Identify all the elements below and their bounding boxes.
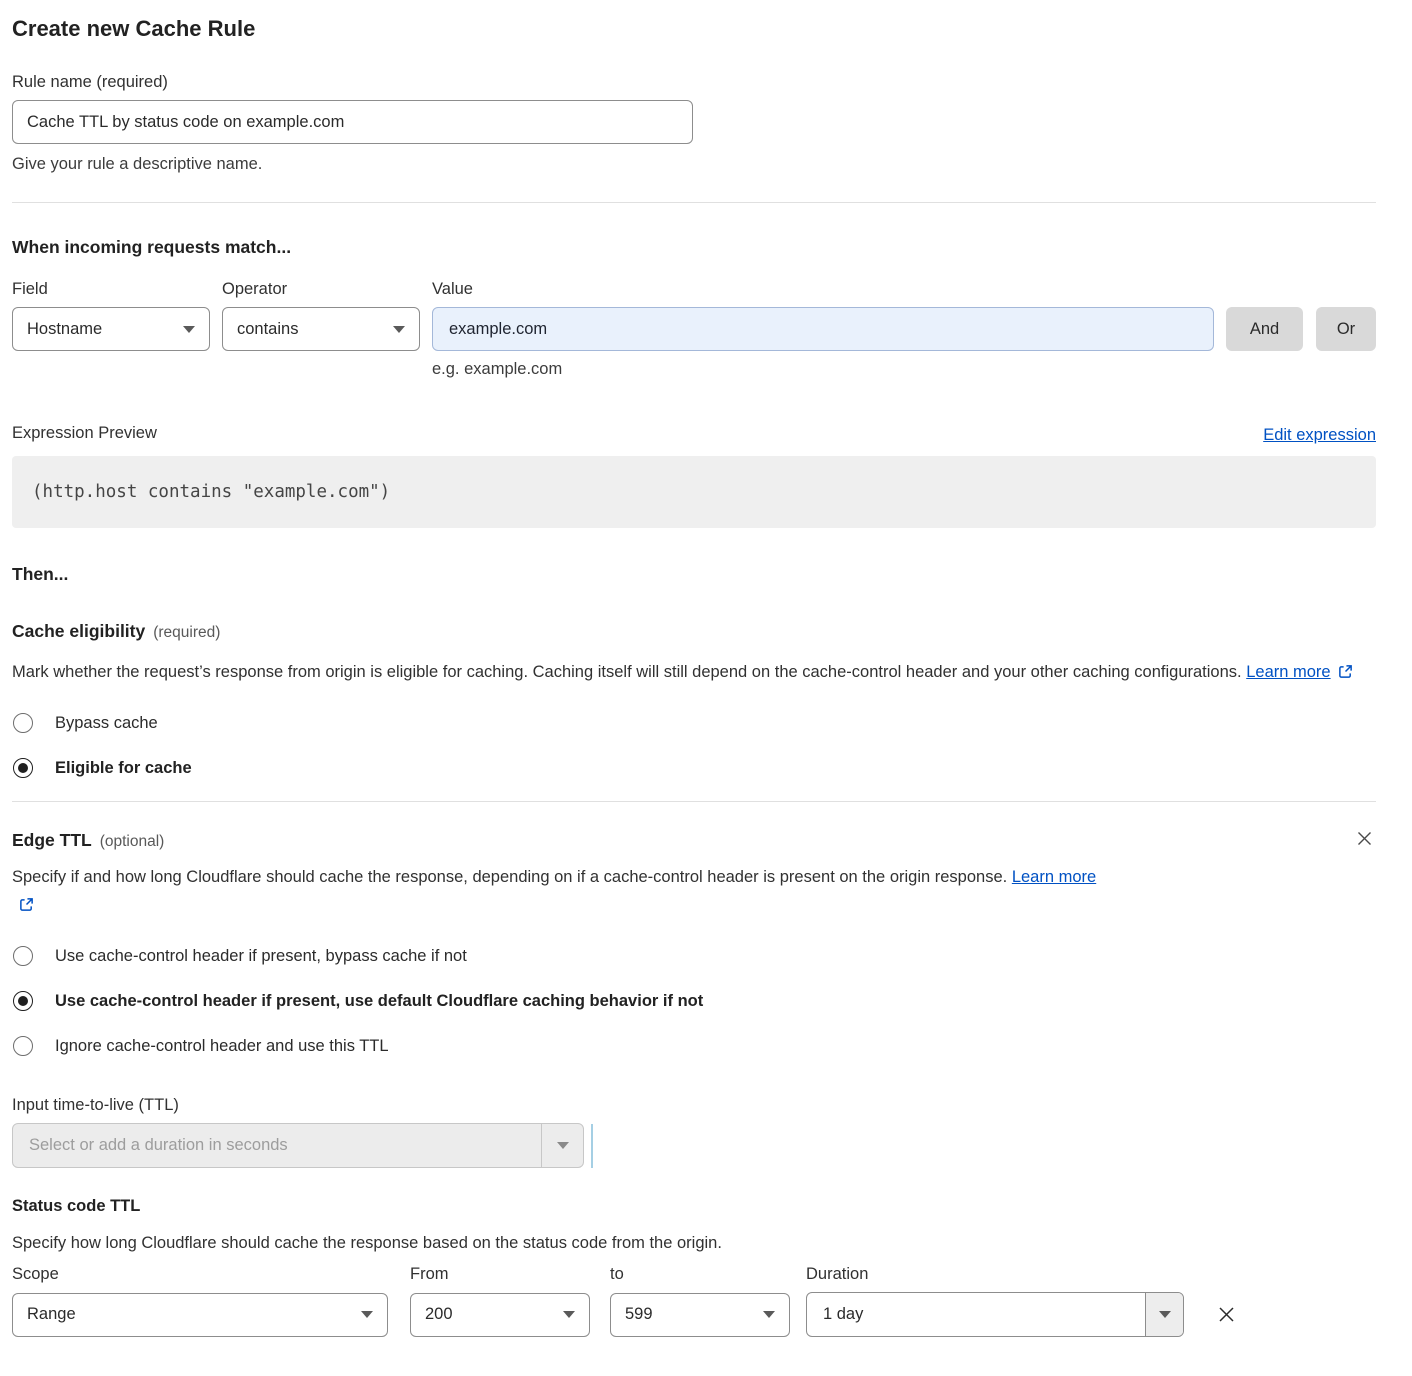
radio-label: Use cache-control header if present, byp… — [55, 947, 467, 966]
radio-icon — [13, 713, 33, 733]
rule-name-section: Rule name (required) Give your rule a de… — [12, 70, 1376, 176]
scope-select[interactable]: Range — [12, 1293, 388, 1337]
operator-select-value: contains — [237, 320, 298, 339]
chevron-down-icon — [361, 1311, 373, 1318]
chevron-down-icon — [1159, 1311, 1171, 1318]
status-code-ttl-section: Status code TTL Specify how long Cloudfl… — [12, 1193, 1376, 1337]
field-select[interactable]: Hostname — [12, 307, 210, 351]
field-select-value: Hostname — [27, 320, 102, 339]
edge-ttl-description-text: Specify if and how long Cloudflare shoul… — [12, 868, 1007, 886]
cache-eligibility-description: Mark whether the request’s response from… — [12, 658, 1362, 688]
ttl-duration-placeholder: Select or add a duration in seconds — [13, 1124, 541, 1167]
edge-ttl-section: Edge TTL (optional) Specify if and how lo… — [12, 827, 1376, 1337]
match-section: When incoming requests match... Field Op… — [12, 234, 1376, 528]
chevron-down-icon — [183, 326, 195, 333]
page-title: Create new Cache Rule — [12, 14, 1376, 44]
match-heading: When incoming requests match... — [12, 234, 1376, 260]
external-link-icon — [1338, 660, 1353, 688]
edge-ttl-learn-more-link[interactable]: Learn more — [1012, 868, 1096, 886]
external-link-icon — [19, 893, 34, 921]
status-code-ttl-description: Specify how long Cloudflare should cache… — [12, 1231, 1376, 1255]
section-divider — [12, 801, 1376, 802]
radio-label: Ignore cache-control header and use this… — [55, 1037, 389, 1056]
rule-name-input[interactable] — [12, 100, 693, 144]
duration-label: Duration — [806, 1262, 868, 1286]
radio-label: Use cache-control header if present, use… — [55, 992, 703, 1011]
rule-name-label: Rule name (required) — [12, 70, 1376, 94]
radio-icon — [13, 991, 33, 1011]
from-select[interactable]: 200 — [410, 1293, 590, 1337]
radio-icon — [13, 1036, 33, 1056]
from-select-value: 200 — [425, 1305, 453, 1324]
chevron-down-icon — [763, 1311, 775, 1318]
cache-eligibility-learn-more-link[interactable]: Learn more — [1246, 663, 1330, 681]
ttl-select-arrow-button[interactable] — [541, 1124, 583, 1167]
radio-option-ignore-header[interactable]: Ignore cache-control header and use this… — [12, 1036, 1376, 1056]
required-tag: (required) — [153, 624, 220, 641]
from-label: From — [410, 1262, 610, 1286]
expression-preview-code: (http.host contains "example.com") — [12, 456, 1376, 528]
operator-select[interactable]: contains — [222, 307, 420, 351]
create-cache-rule-page: Create new Cache Rule Rule name (require… — [0, 0, 1412, 1367]
operator-label: Operator — [222, 277, 432, 301]
radio-option-eligible-for-cache[interactable]: Eligible for cache — [12, 758, 1376, 778]
status-code-ttl-heading: Status code TTL — [12, 1193, 1376, 1219]
edge-ttl-close-icon[interactable] — [1353, 827, 1376, 850]
and-button[interactable]: And — [1226, 307, 1303, 351]
radio-icon — [13, 946, 33, 966]
section-divider — [12, 202, 1376, 203]
cache-eligibility-title: Cache eligibility — [12, 621, 145, 641]
chevron-down-icon — [563, 1311, 575, 1318]
scope-label: Scope — [12, 1262, 410, 1286]
remove-status-ttl-row-icon[interactable] — [1214, 1302, 1239, 1327]
rule-name-helper: Give your rule a descriptive name. — [12, 152, 1376, 176]
edit-expression-link[interactable]: Edit expression — [1263, 426, 1376, 445]
field-label: Field — [12, 277, 222, 301]
edge-ttl-title: Edge TTL — [12, 830, 92, 850]
chevron-down-icon — [393, 326, 405, 333]
value-helper: e.g. example.com — [432, 360, 1376, 379]
cache-eligibility-heading: Cache eligibility (required) — [12, 618, 1376, 646]
edge-ttl-heading: Edge TTL (optional) — [12, 827, 164, 855]
to-select-value: 599 — [625, 1305, 653, 1324]
to-label: to — [610, 1262, 806, 1286]
radio-label: Eligible for cache — [55, 759, 192, 778]
edge-ttl-description: Specify if and how long Cloudflare shoul… — [12, 863, 1117, 921]
cache-eligibility-description-text: Mark whether the request’s response from… — [12, 663, 1242, 681]
radio-label: Bypass cache — [55, 714, 158, 733]
optional-tag: (optional) — [100, 833, 165, 850]
to-select[interactable]: 599 — [610, 1293, 790, 1337]
ttl-duration-select[interactable]: Select or add a duration in seconds — [12, 1123, 584, 1168]
radio-icon — [13, 758, 33, 778]
ttl-input-label: Input time-to-live (TTL) — [12, 1093, 1376, 1117]
duration-select-value: 1 day — [807, 1293, 1145, 1336]
radio-option-use-header-bypass[interactable]: Use cache-control header if present, byp… — [12, 946, 1376, 966]
radio-option-bypass-cache[interactable]: Bypass cache — [12, 713, 1376, 733]
then-heading: Then... — [12, 561, 1376, 587]
duration-select[interactable]: 1 day — [806, 1292, 1184, 1337]
value-input[interactable] — [432, 307, 1214, 351]
radio-option-use-header-default[interactable]: Use cache-control header if present, use… — [12, 991, 1376, 1011]
or-button[interactable]: Or — [1316, 307, 1376, 351]
value-label: Value — [432, 277, 473, 301]
text-cursor — [591, 1124, 593, 1168]
duration-select-arrow-button[interactable] — [1145, 1293, 1183, 1336]
scope-select-value: Range — [27, 1305, 76, 1324]
chevron-down-icon — [557, 1142, 569, 1149]
expression-preview-label: Expression Preview — [12, 421, 157, 445]
cache-eligibility-section: Cache eligibility (required) Mark whether… — [12, 618, 1376, 778]
